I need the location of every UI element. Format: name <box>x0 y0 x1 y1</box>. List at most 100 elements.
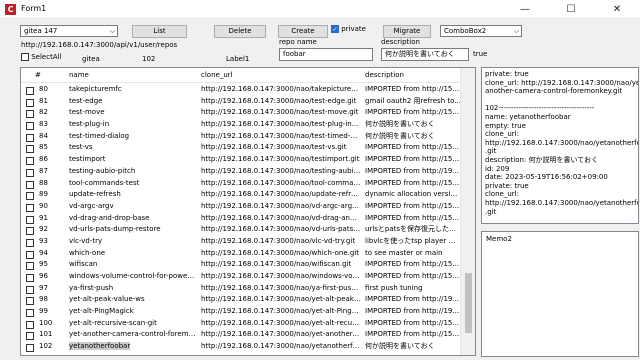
row-clone-url: http://192.168.0.147:3000/nao/windows-vo… <box>201 272 361 280</box>
table-row[interactable]: 82 test-move http://192.168.0.147:3000/nao… <box>21 107 461 119</box>
row-name: update-refresh <box>69 190 121 199</box>
header-description[interactable]: description <box>365 71 404 79</box>
row-checkbox[interactable] <box>26 180 34 189</box>
row-checkbox[interactable] <box>26 168 34 177</box>
row-checkbox[interactable] <box>26 122 34 131</box>
table-row[interactable]: 100 yet-alt-recursive-scan-git http://192.… <box>21 318 461 330</box>
row-clone-url: http://192.168.0.147:3000/nao/vd-drag-an… <box>201 213 361 222</box>
table-row[interactable]: 96 windows-volume-control-for-powerdvd htt… <box>21 271 461 283</box>
row-checkbox[interactable] <box>26 145 34 154</box>
row-clone-url: http://192.168.0.147:3000/nao/test-timed… <box>201 131 361 140</box>
table-row[interactable]: 93 vlc-vd-try http://192.168.0.147:3000/na… <box>21 236 461 248</box>
header-index[interactable]: # <box>35 71 41 79</box>
row-checkbox[interactable] <box>26 332 34 341</box>
row-name: test-plug-in <box>69 120 110 129</box>
row-index: 84 <box>39 131 48 140</box>
row-checkbox[interactable] <box>26 133 34 142</box>
row-description: IMPORTED from http://15... <box>365 213 460 222</box>
row-checkbox[interactable] <box>26 215 34 224</box>
row-index: 80 <box>39 85 48 93</box>
row-checkbox[interactable] <box>26 192 34 201</box>
row-name: vd-argc-argv <box>69 201 114 210</box>
table-row[interactable]: 81 test-edge http://192.168.0.147:3000/nao… <box>21 96 461 108</box>
row-checkbox[interactable] <box>26 274 34 282</box>
row-checkbox[interactable] <box>26 98 34 107</box>
combo-box-2[interactable]: ComboBox2 ⌵ <box>440 25 522 37</box>
private-label: private <box>341 25 366 33</box>
table-row[interactable]: 97 ya-first-push http://192.168.0.147:3000… <box>21 283 461 295</box>
row-name: yet-alt-peak-value-ws <box>69 295 145 304</box>
row-checkbox[interactable] <box>26 285 34 294</box>
row-checkbox[interactable] <box>26 203 34 212</box>
header-clone-url[interactable]: clone_url <box>201 71 233 79</box>
table-row[interactable]: 99 yet-alt-PingMagick http://192.168.0.147… <box>21 306 461 318</box>
row-name: windows-volume-control-for-powerdvd <box>69 272 197 280</box>
row-checkbox[interactable] <box>26 110 34 119</box>
header-name[interactable]: name <box>69 71 89 79</box>
table-row[interactable]: 85 test-vs http://192.168.0.147:3000/nao/t… <box>21 142 461 154</box>
migrate-button[interactable]: Migrate <box>383 25 431 38</box>
row-checkbox[interactable] <box>26 297 34 306</box>
row-checkbox[interactable] <box>26 344 34 353</box>
row-index: 97 <box>39 283 48 292</box>
combo-box-2-value: ComboBox2 <box>444 27 487 35</box>
row-name: vlc-vd-try <box>69 236 103 245</box>
row-name: test-vs <box>69 143 93 152</box>
table-row[interactable]: 88 tool-commands-test http://192.168.0.147… <box>21 178 461 190</box>
row-name: vd-drag-and-drop-base <box>69 213 150 222</box>
memo1-line: .git <box>485 207 497 216</box>
table-row[interactable]: 89 update-refresh http://192.168.0.147:300… <box>21 189 461 201</box>
scrollbar-thumb[interactable] <box>465 273 472 333</box>
row-description: IMPORTED from http://15... <box>365 330 460 339</box>
table-row[interactable]: 102 yetanotherfoobar http://192.168.0.147:… <box>21 341 461 353</box>
table-row[interactable]: 101 yet-another-camera-control-foremo... h… <box>21 329 461 341</box>
maximize-button[interactable]: ☐ <box>548 0 594 19</box>
memo2[interactable]: Memo2 <box>481 231 639 357</box>
delete-button[interactable]: Delete <box>214 25 266 38</box>
true-label: true <box>473 50 488 58</box>
close-button[interactable]: ✕ <box>594 0 640 19</box>
table-row[interactable]: 98 yet-alt-peak-value-ws http://192.168.0.… <box>21 294 461 306</box>
row-checkbox[interactable] <box>26 238 34 247</box>
list-button[interactable]: List <box>132 25 187 38</box>
create-button[interactable]: Create <box>278 25 328 38</box>
table-row[interactable]: 87 testing-aubio-pitch http://192.168.0.14… <box>21 166 461 178</box>
row-checkbox[interactable] <box>26 250 34 259</box>
row-checkbox[interactable] <box>26 87 34 95</box>
table-row[interactable]: 94 which-one http://192.168.0.147:3000/nao… <box>21 248 461 260</box>
row-checkbox[interactable] <box>26 320 34 329</box>
row-checkbox[interactable] <box>26 157 34 166</box>
row-clone-url: http://192.168.0.147:3000/nao/test-plug-… <box>201 120 359 129</box>
row-checkbox[interactable] <box>26 262 34 271</box>
row-clone-url: http://192.168.0.147:3000/nao/testimport… <box>201 155 360 164</box>
repo-name-input[interactable]: foobar <box>279 48 373 61</box>
table-row[interactable]: 86 testimport http://192.168.0.147:3000/na… <box>21 154 461 166</box>
selectall-checkbox[interactable]: SelectAll <box>21 53 62 61</box>
table-row[interactable]: 84 test-timed-dialog http://192.168.0.147:… <box>21 131 461 143</box>
table-row[interactable]: 80 takepicturemfc http://192.168.0.147:300… <box>21 84 461 96</box>
row-checkbox[interactable] <box>26 309 34 318</box>
row-checkbox[interactable] <box>26 227 34 236</box>
row-index: 81 <box>39 96 48 105</box>
memo1-line: clone_url: http://192.168.0.147:3000/nao… <box>485 78 639 87</box>
memo1-line <box>485 96 635 105</box>
vertical-scrollbar[interactable] <box>460 68 475 355</box>
memo1[interactable]: private: true clone_url: http://192.168.0… <box>481 67 639 224</box>
row-description: 何か説明を書いておく <box>365 342 435 351</box>
table-row[interactable]: 91 vd-drag-and-drop-base http://192.168.0.… <box>21 213 461 225</box>
repo-combo-value: gitea 147 <box>24 27 58 35</box>
table-row[interactable]: 92 vd-urls-pats-dump-restore http://192.16… <box>21 224 461 236</box>
row-name: takepicturemfc <box>69 85 122 93</box>
repo-list[interactable]: # name clone_url description 80 takepictu… <box>20 67 476 356</box>
private-checkbox[interactable]: ✓ private <box>331 25 366 33</box>
row-name: yet-another-camera-control-foremo... <box>69 330 197 339</box>
repo-combo[interactable]: gitea 147 ⌵ <box>20 25 118 37</box>
list-header: # name clone_url description <box>21 68 461 83</box>
table-row[interactable]: 95 wifiscan http://192.168.0.147:3000/nao/… <box>21 259 461 271</box>
row-description: 何か説明を書いておく <box>365 131 435 140</box>
table-row[interactable]: 90 vd-argc-argv http://192.168.0.147:3000/… <box>21 201 461 213</box>
row-index: 95 <box>39 260 48 269</box>
minimize-button[interactable]: — <box>502 0 548 19</box>
description-input[interactable]: 何か説明を書いておく <box>381 48 469 61</box>
table-row[interactable]: 83 test-plug-in http://192.168.0.147:3000/… <box>21 119 461 131</box>
